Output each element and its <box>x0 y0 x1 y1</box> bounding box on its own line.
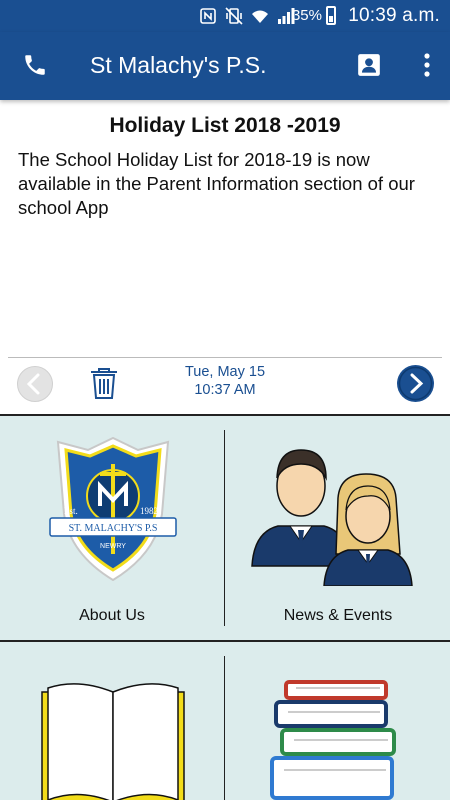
notice-body: The School Holiday List for 2018-19 is n… <box>18 149 415 218</box>
app-bar: St Malachy's P.S. <box>0 32 450 100</box>
tile-book-stack[interactable] <box>226 642 450 800</box>
wifi-icon <box>252 10 268 23</box>
app-title: St Malachy's P.S. <box>90 52 267 78</box>
tile-about-us[interactable]: Est. 1982 ST. MALACHY'S P.S NEWRY About … <box>0 416 224 640</box>
notice-time: 10:37 AM <box>194 382 256 398</box>
battery-percent: 35% <box>291 7 322 24</box>
crest-est-label: Est. <box>64 506 78 516</box>
chevron-right-icon <box>398 366 433 401</box>
notice-title: Holiday List 2018 -2019 <box>109 114 341 137</box>
divider <box>8 357 442 358</box>
more-vert-icon[interactable] <box>420 52 434 78</box>
crest-town: NEWRY <box>100 543 126 550</box>
vibrate-icon <box>225 7 243 25</box>
trash-icon[interactable] <box>89 366 119 400</box>
clock: 10:39 a.m. <box>348 5 440 26</box>
menu-grid: Est. 1982 ST. MALACHY'S P.S NEWRY About … <box>0 416 450 800</box>
tile-open-book[interactable] <box>0 642 224 800</box>
school-crest-icon: Est. 1982 ST. MALACHY'S P.S NEWRY <box>49 436 177 582</box>
chevron-left-icon <box>26 373 40 395</box>
contact-icon[interactable] <box>356 52 382 78</box>
nfc-icon <box>200 8 216 24</box>
open-book-icon <box>41 683 185 800</box>
notice-panel: Holiday List 2018 -2019 The School Holid… <box>0 100 450 358</box>
previous-button[interactable] <box>17 366 53 402</box>
notice-date: Tue, May 15 <box>184 364 266 380</box>
status-bar: 35% 10:39 a.m. <box>0 0 450 32</box>
book-stack-icon <box>270 680 396 800</box>
crest-year-label: 1982 <box>140 506 158 516</box>
tile-label-news-events: News & Events <box>283 607 393 624</box>
battery-icon <box>326 6 336 25</box>
notice-timestamp: Tue, May 15 10:37 AM <box>160 363 290 399</box>
status-icons <box>199 7 295 25</box>
grid-divider-vertical <box>224 430 225 626</box>
next-button[interactable] <box>397 365 434 402</box>
tile-news-events[interactable]: News & Events <box>226 416 450 640</box>
grid-divider-vertical <box>224 656 225 800</box>
students-icon <box>251 449 413 586</box>
phone-icon[interactable] <box>22 52 48 78</box>
notice-navigation: Tue, May 15 10:37 AM <box>0 360 450 412</box>
tile-label-about-us: About Us <box>79 607 145 624</box>
crest-school-name: ST. MALACHY'S P.S <box>69 523 158 534</box>
